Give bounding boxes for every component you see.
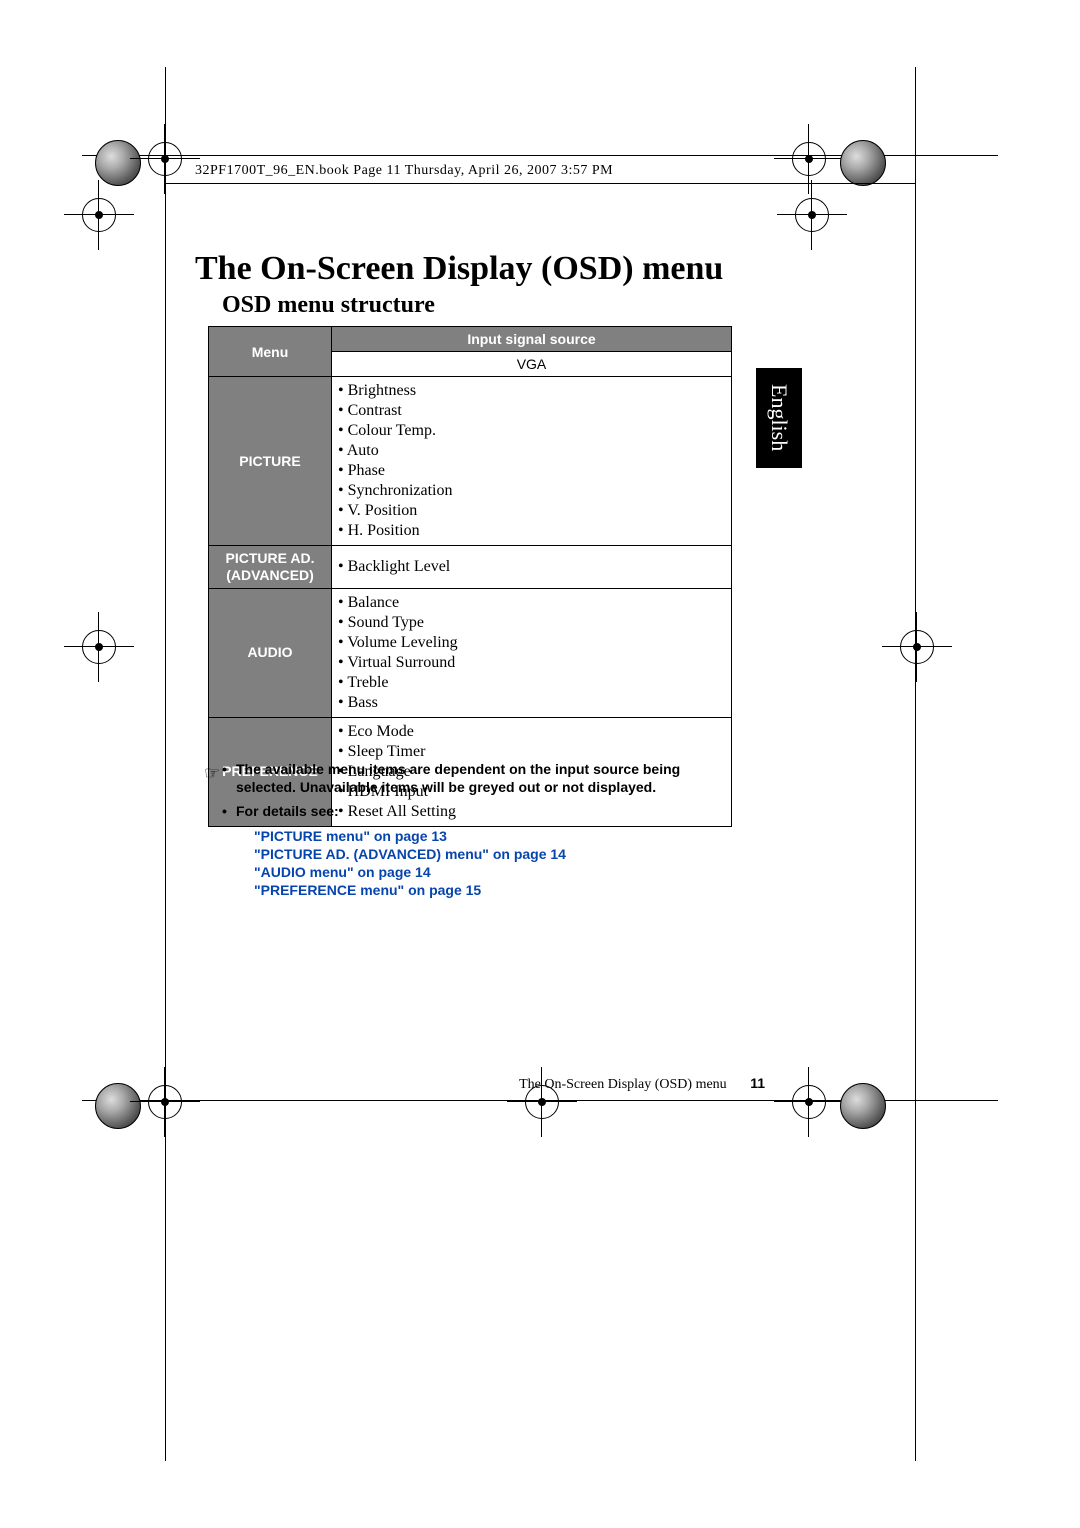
row-label-audio: AUDIO bbox=[209, 588, 332, 717]
registration-mark-icon bbox=[148, 1085, 182, 1119]
registration-mark-icon bbox=[795, 198, 829, 232]
table-row: PICTURE AD. (ADVANCED) Backlight Level bbox=[209, 546, 732, 589]
printer-mark-ball bbox=[840, 1083, 886, 1129]
registration-mark-icon bbox=[792, 1085, 826, 1119]
language-tab: English bbox=[756, 368, 802, 468]
notes-block: ☞ • The available menu items are depende… bbox=[222, 760, 732, 899]
th-source: Input signal source bbox=[332, 327, 732, 352]
row-label-picture-ad: PICTURE AD. (ADVANCED) bbox=[209, 546, 332, 589]
footer-text: The On-Screen Display (OSD) menu bbox=[519, 1077, 727, 1092]
book-header: 32PF1700T_96_EN.book Page 11 Thursday, A… bbox=[195, 163, 613, 179]
page-title: The On-Screen Display (OSD) menu bbox=[195, 250, 723, 288]
link-audio-menu[interactable]: "AUDIO menu" on page 14 bbox=[254, 863, 732, 881]
cell-vga: VGA bbox=[332, 352, 732, 377]
note-line-2: For details see: bbox=[236, 802, 339, 820]
registration-mark-icon bbox=[900, 630, 934, 664]
printer-mark-ball bbox=[840, 140, 886, 186]
row-items-audio: Balance Sound Type Volume Leveling Virtu… bbox=[332, 588, 732, 717]
osd-menu-table: Menu Input signal source VGA PICTURE Bri… bbox=[208, 326, 732, 827]
table-row: PICTURE Brightness Contrast Colour Temp.… bbox=[209, 377, 732, 546]
printer-mark-ball bbox=[95, 140, 141, 186]
page-number: 11 bbox=[750, 1075, 765, 1091]
registration-mark-icon bbox=[82, 198, 116, 232]
page-footer: The On-Screen Display (OSD) menu 11 bbox=[519, 1075, 765, 1093]
link-picture-menu[interactable]: "PICTURE menu" on page 13 bbox=[254, 827, 732, 845]
registration-mark-icon bbox=[792, 142, 826, 176]
registration-mark-icon bbox=[82, 630, 116, 664]
row-items-picture: Brightness Contrast Colour Temp. Auto Ph… bbox=[332, 377, 732, 546]
table-row: AUDIO Balance Sound Type Volume Leveling… bbox=[209, 588, 732, 717]
section-title: OSD menu structure bbox=[222, 292, 435, 319]
registration-mark-icon bbox=[148, 142, 182, 176]
note-line-1: The available menu items are dependent o… bbox=[236, 760, 732, 796]
printer-mark-ball bbox=[95, 1083, 141, 1129]
link-preference-menu[interactable]: "PREFERENCE menu" on page 15 bbox=[254, 881, 732, 899]
link-picture-ad-menu[interactable]: "PICTURE AD. (ADVANCED) menu" on page 14 bbox=[254, 845, 732, 863]
th-menu: Menu bbox=[209, 327, 332, 377]
row-items-picture-ad: Backlight Level bbox=[332, 546, 732, 589]
language-tab-label: English bbox=[766, 384, 792, 451]
row-label-picture: PICTURE bbox=[209, 377, 332, 546]
note-icon: ☞ bbox=[204, 762, 220, 785]
